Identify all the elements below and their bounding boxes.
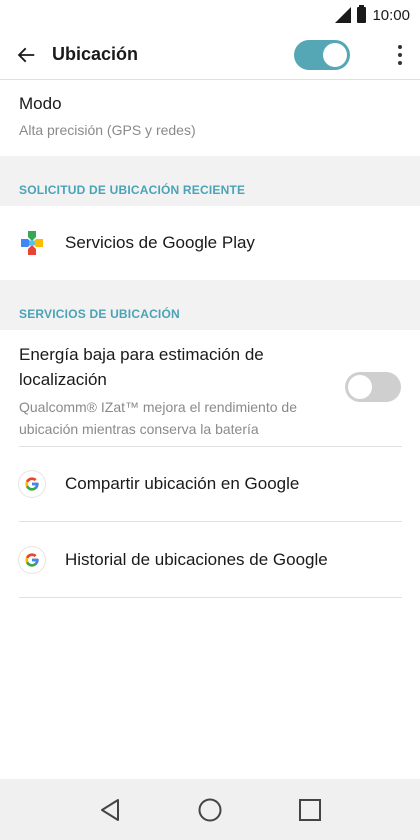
more-options-button[interactable] — [380, 30, 420, 80]
more-vert-icon — [398, 44, 402, 49]
google-play-services-icon — [21, 231, 43, 255]
google-g-icon — [25, 477, 39, 491]
location-history-google-item[interactable]: Historial de ubicaciones de Google — [0, 522, 420, 597]
low-power-description: Qualcomm® IZat™ mejora el rendimiento de… — [19, 399, 297, 437]
low-power-title: Energía baja para estimación de localiza… — [19, 345, 264, 389]
status-time: 10:00 — [372, 6, 410, 24]
mode-label: Modo — [19, 94, 62, 113]
mode-value: Alta precisión (GPS y redes) — [19, 122, 196, 138]
divider — [19, 597, 402, 598]
triangle-back-icon — [101, 798, 119, 821]
low-power-estimation-setting[interactable]: Energía baja para estimación de localiza… — [0, 330, 420, 446]
back-button[interactable] — [0, 30, 52, 80]
nav-recents-button[interactable] — [290, 790, 330, 830]
circle-home-icon — [198, 798, 222, 821]
low-power-toggle[interactable] — [345, 372, 401, 402]
google-g-icon — [25, 552, 39, 567]
status-bar: 10:00 — [0, 0, 420, 30]
navigation-bar — [0, 779, 420, 840]
recent-request-label: Servicios de Google Play — [65, 233, 255, 252]
nav-home-button[interactable] — [190, 790, 230, 830]
square-recents-icon — [299, 798, 321, 821]
toggle-knob — [348, 375, 372, 399]
section-header-location-services: SERVICIOS DE UBICACIÓN — [0, 280, 420, 330]
signal-icon — [335, 7, 352, 23]
mode-setting[interactable]: Modo Alta precisión (GPS y redes) — [0, 80, 420, 156]
battery-icon — [357, 5, 367, 23]
toggle-knob — [323, 42, 347, 67]
location-master-toggle[interactable] — [294, 39, 350, 70]
share-location-label: Compartir ubicación en Google — [65, 474, 300, 493]
section-header-recent: SOLICITUD DE UBICACIÓN RECIENTE — [0, 156, 420, 206]
location-history-label: Historial de ubicaciones de Google — [65, 549, 328, 569]
arrow-back-icon — [17, 47, 35, 62]
app-bar: Ubicación — [0, 30, 420, 80]
page-title: Ubicación — [52, 44, 139, 64]
nav-back-button[interactable] — [90, 790, 130, 830]
share-location-google-item[interactable]: Compartir ubicación en Google — [0, 447, 420, 521]
recent-request-google-play-services[interactable]: Servicios de Google Play — [0, 206, 420, 280]
